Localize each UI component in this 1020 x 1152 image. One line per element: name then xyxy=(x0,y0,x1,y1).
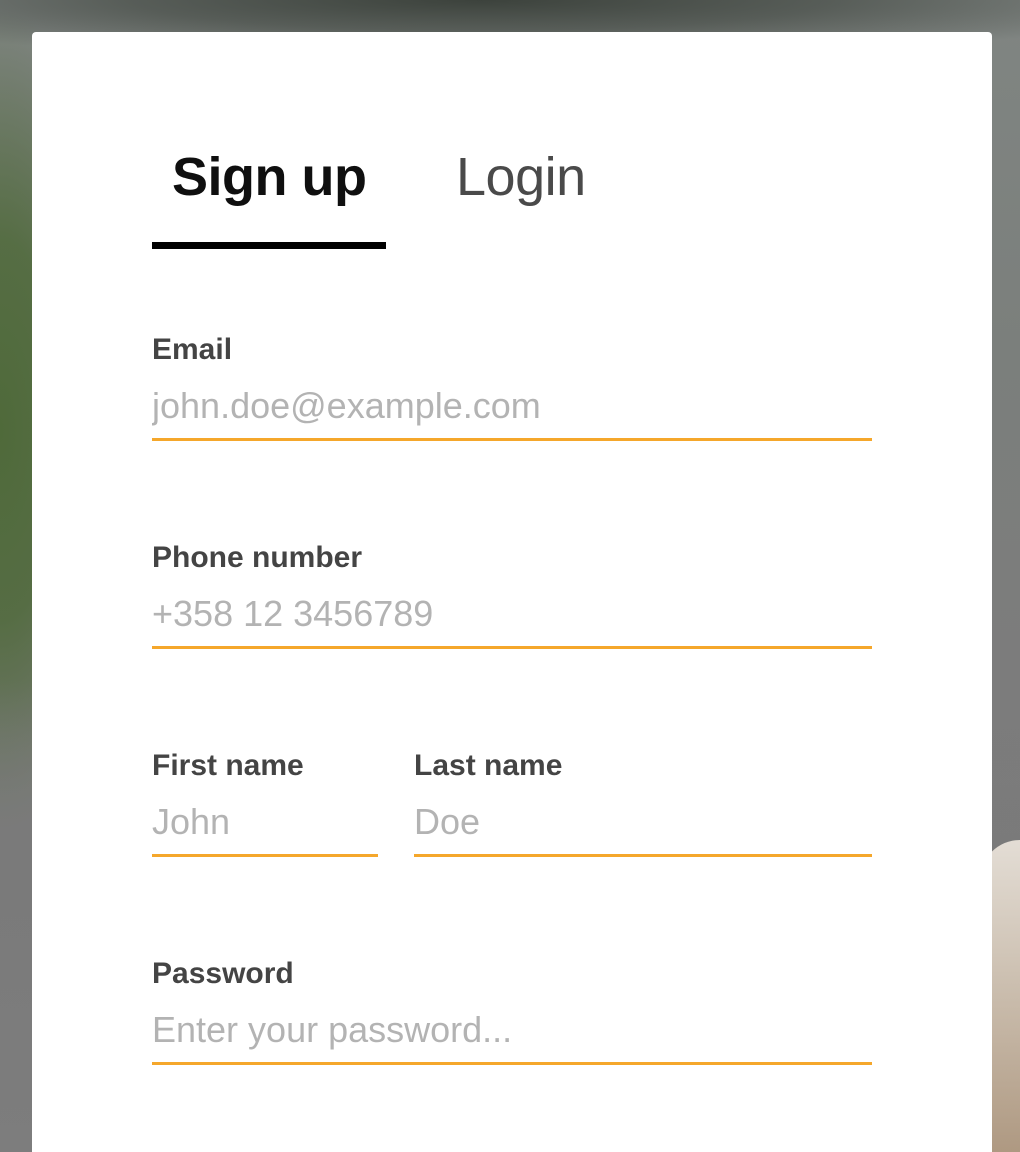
signup-card: Sign up Login Email Phone number First n… xyxy=(32,32,992,1152)
last-name-label: Last name xyxy=(414,749,563,782)
first-name-input[interactable] xyxy=(152,800,378,857)
last-name-field-group: Last name xyxy=(414,748,872,857)
first-name-label: First name xyxy=(152,749,304,782)
phone-label: Phone number xyxy=(152,541,363,574)
tab-login[interactable]: Login xyxy=(456,142,586,282)
tab-sign-up-label: Sign up xyxy=(172,147,367,207)
phone-field-group: Phone number xyxy=(152,540,872,649)
phone-input[interactable] xyxy=(152,592,872,649)
last-name-input[interactable] xyxy=(414,800,872,857)
first-name-field-group: First name xyxy=(152,748,378,857)
tab-login-label: Login xyxy=(456,147,586,207)
password-label: Password xyxy=(152,957,294,990)
active-tab-indicator xyxy=(152,242,386,249)
email-label: Email xyxy=(152,333,233,366)
password-input[interactable] xyxy=(152,1008,872,1065)
email-input[interactable] xyxy=(152,384,872,441)
email-field-group: Email xyxy=(152,332,872,441)
password-field-group: Password xyxy=(152,956,872,1065)
tab-sign-up[interactable]: Sign up xyxy=(152,142,386,282)
auth-tabs: Sign up Login xyxy=(152,142,586,282)
